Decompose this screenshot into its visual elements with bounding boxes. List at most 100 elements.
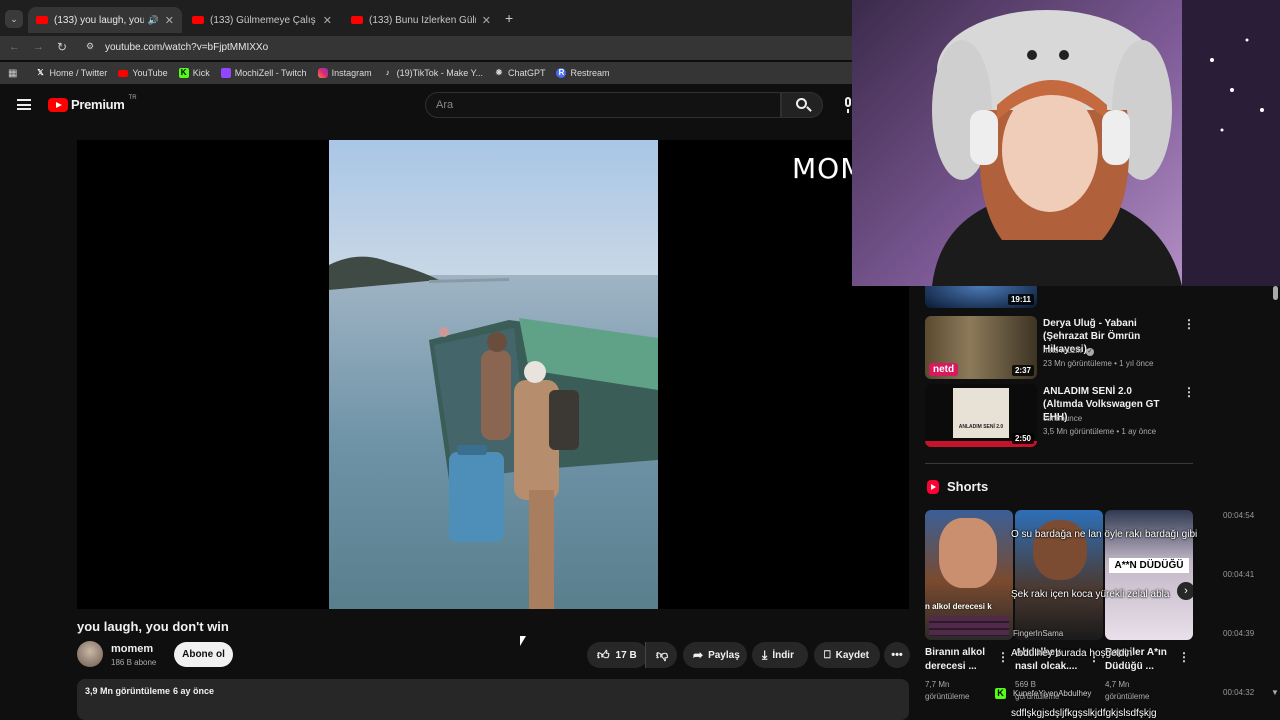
rec-channel[interactable]: canbounce <box>1043 413 1082 425</box>
tab-search-button[interactable]: ⌄ <box>5 10 23 28</box>
kick-icon: K <box>178 68 189 78</box>
search-button[interactable] <box>781 92 823 118</box>
new-tab-button[interactable]: + <box>505 10 513 26</box>
kick-icon: K <box>995 688 1006 699</box>
bookmark-instagram[interactable]: Instagram <box>317 68 372 78</box>
close-icon[interactable]: ✕ <box>323 14 332 27</box>
search-input[interactable]: Ara <box>425 92 781 118</box>
bookmark-restream[interactable]: R Restream <box>556 68 610 78</box>
bookmark-label: ChatGPT <box>507 68 546 78</box>
rec-item-2[interactable]: ANLADIM SENİ 2.0 2:50 ANLADIM SENİ 2.0 (… <box>925 384 1195 448</box>
close-icon[interactable]: ✕ <box>482 14 491 27</box>
youtube-icon <box>192 16 204 24</box>
video-frame[interactable] <box>329 140 658 609</box>
video-scene <box>329 140 658 609</box>
chat-message: Şek rakı içen koca yürekli zelal abla <box>1011 589 1170 600</box>
menu-icon[interactable] <box>17 99 31 110</box>
scroll-down-icon[interactable]: ▼ <box>1271 688 1279 697</box>
rec-thumbnail[interactable]: netd 2:37 <box>925 316 1037 379</box>
duration-badge: 2:50 <box>1011 433 1034 444</box>
subscribe-button[interactable]: Abone ol <box>174 642 233 667</box>
rec-meta: 3,5 Mn görüntüleme • 1 ay önce <box>1043 427 1157 436</box>
url-field[interactable]: youtube.com/watch?v=bFjptMMIXXo <box>105 42 268 53</box>
chat-message: Abdulhey burada hoşgeldin <box>1011 648 1133 659</box>
more-vertical-icon[interactable]: ⋮ <box>1183 385 1195 399</box>
more-vertical-icon[interactable]: ⋮ <box>997 650 1009 664</box>
share-label: Paylaş <box>708 649 740 661</box>
rec-item-1[interactable]: netd 2:37 Derya Uluğ - Yabani (Şehrazat … <box>925 316 1195 380</box>
description-box[interactable]: 3,9 Mn görüntüleme 6 ay önce <box>77 679 909 720</box>
shorts-label: Shorts <box>947 479 989 494</box>
more-horizontal-icon: ••• <box>891 649 903 661</box>
tab-gulmemeye[interactable]: (133) Gülmemeye Çalış (imkansız ✕ <box>184 7 340 33</box>
tab-bunu-izlerken[interactable]: (133) Bunu İzlerken Gülmemeye ✕ <box>343 7 499 33</box>
youtube-icon <box>36 16 48 24</box>
download-icon: ⤓ <box>762 647 768 662</box>
forward-icon[interactable]: → <box>33 41 44 53</box>
bookmark-twitch[interactable]: MochiZell - Twitch <box>220 68 307 78</box>
bookmark-twitter[interactable]: 𝕏 Home / Twitter <box>35 68 107 78</box>
rec-thumb-0[interactable]: 19:11 <box>925 286 1037 308</box>
reload-icon[interactable]: ↻ <box>57 40 67 54</box>
short-views-0: 7,7 Mn görüntüleme <box>925 680 970 701</box>
youtube-logo[interactable]: Premium TR <box>48 94 137 112</box>
bookmark-youtube[interactable]: YouTube <box>118 68 168 78</box>
youtube-icon <box>118 69 129 77</box>
tab-title: (133) Bunu İzlerken Gülmemeye <box>369 14 476 26</box>
apps-grid-icon[interactable]: ▦ <box>8 68 17 79</box>
site-info-icon[interactable]: ⚙ <box>86 41 94 52</box>
restream-icon: R <box>556 68 567 78</box>
subscriber-count: 186 B abone <box>111 658 157 667</box>
scrollbar[interactable] <box>1273 286 1278 300</box>
dislike-button[interactable]: 👎︎ <box>645 642 677 668</box>
more-actions-button[interactable]: ••• <box>884 642 910 668</box>
more-vertical-icon[interactable]: ⋮ <box>1183 317 1195 331</box>
short-overlay-text: n alkol derecesi k <box>925 602 992 611</box>
tab-you-laugh[interactable]: (133) you laugh, you don't 🔊 ✕ <box>28 7 182 33</box>
short-thumb-0[interactable]: n alkol derecesi k <box>925 510 1013 640</box>
bookmark-chatgpt[interactable]: ❋ ChatGPT <box>494 68 546 78</box>
share-button[interactable]: ➦ Paylaş <box>683 642 747 668</box>
bookmark-kick[interactable]: K Kick <box>178 68 210 78</box>
like-button[interactable]: 👍︎ 17 B <box>587 642 648 668</box>
short-views-2: 4,7 Mn görüntüleme <box>1105 680 1150 701</box>
streamer-figure <box>932 0 1280 286</box>
x-icon: 𝕏 <box>37 68 44 77</box>
channel-name[interactable]: momem <box>111 643 153 655</box>
bookmark-label: Instagram <box>331 68 372 78</box>
premium-label: Premium <box>71 97 125 112</box>
poster-text: ANLADIM SENİ 2.0 <box>958 424 1004 430</box>
divider <box>925 463 1193 464</box>
save-label: Kaydet <box>835 649 869 661</box>
short-bars <box>929 616 1009 636</box>
rec-channel[interactable]: netd müzik ✓ <box>1043 345 1094 357</box>
chat-message: sdflşkgjsdşljfkgşslkjdfgkjslsdfşkjg <box>1011 708 1157 719</box>
bookmark-label: MochiZell - Twitch <box>234 68 307 78</box>
short-title-0[interactable]: Biranın alkol derecesi ... <box>925 646 991 674</box>
thumb-poster: ANLADIM SENİ 2.0 <box>953 388 1009 438</box>
speaker-icon: 🔊 <box>147 14 159 25</box>
rec-thumbnail[interactable]: ANLADIM SENİ 2.0 2:50 <box>925 384 1037 447</box>
chevron-right-icon[interactable]: › <box>1177 582 1193 600</box>
back-icon[interactable]: ← <box>9 41 20 53</box>
download-button[interactable]: ⤓ İndir <box>752 642 808 668</box>
tab-title: (133) Gülmemeye Çalış (imkansız <box>210 14 317 26</box>
region-label: TR <box>128 94 137 101</box>
chat-timestamp: 00:04:54 <box>1223 511 1255 520</box>
chat-timestamp: 00:04:39 <box>1223 629 1255 638</box>
like-count: 17 B <box>615 649 637 661</box>
upload-age: 6 ay önce <box>173 686 215 696</box>
channel-avatar[interactable] <box>77 641 103 667</box>
instagram-icon <box>317 68 328 78</box>
video-title: you laugh, you don't win <box>77 619 229 634</box>
save-button[interactable]: ⎕ Kaydet <box>814 642 880 668</box>
chat-username: FingerInSama <box>1013 629 1064 638</box>
close-icon[interactable]: ✕ <box>165 14 174 27</box>
chatgpt-icon: ❋ <box>495 68 503 77</box>
bookmark-tiktok[interactable]: ♪ (19)TikTok - Make Y... <box>383 68 483 78</box>
more-vertical-icon[interactable]: ⋮ <box>1178 650 1190 664</box>
chat-timestamp: 00:04:41 <box>1223 570 1255 579</box>
youtube-play-icon <box>48 97 68 112</box>
bookmark-label: YouTube <box>132 68 168 78</box>
duration-badge: 2:37 <box>1011 365 1034 376</box>
